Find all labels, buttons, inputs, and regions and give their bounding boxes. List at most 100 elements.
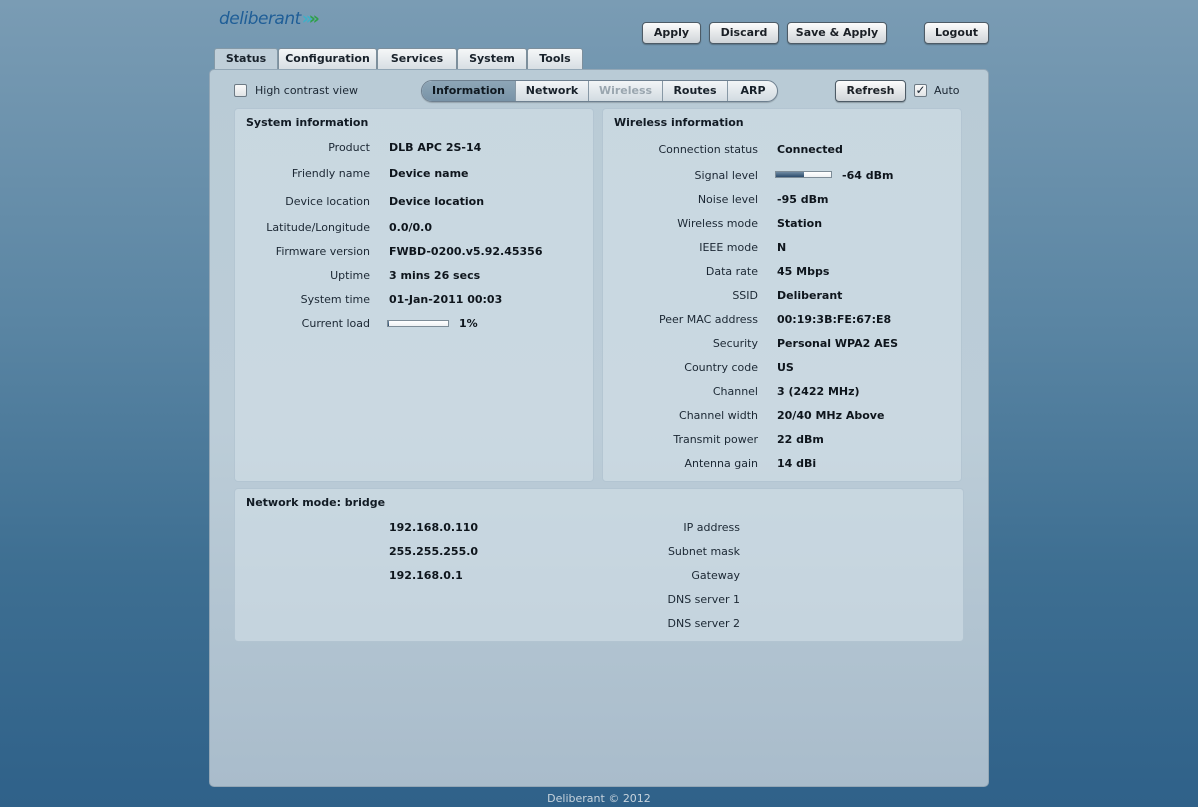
label-ieee-mode: IEEE mode (699, 241, 758, 254)
label-ip-address: IP address (683, 521, 740, 534)
value-signal-level: -64 dBm (842, 169, 894, 182)
logo-chevron-icon: »» (301, 9, 320, 29)
subtab-routes[interactable]: Routes (663, 81, 728, 101)
label-antenna-gain: Antenna gain (684, 457, 758, 470)
info-row-ip-address: IP address 192.168.0.110 (235, 521, 963, 535)
value-current-load: 1% (459, 317, 478, 330)
info-row-wireless-mode: Wireless mode Station (603, 217, 961, 231)
label-latitude-longitude: Latitude/Longitude (266, 221, 370, 234)
tab-services[interactable]: Services (377, 48, 457, 70)
label-firmware-version: Firmware version (275, 245, 370, 258)
label-signal-level: Signal level (694, 169, 758, 182)
wireless-information-title: Wireless information (614, 116, 744, 129)
value-latitude-longitude: 0.0/0.0 (389, 221, 432, 234)
info-row-friendly-name: Friendly name Device name (235, 167, 593, 181)
value-antenna-gain: 14 dBi (777, 457, 817, 470)
label-friendly-name: Friendly name (291, 167, 370, 180)
info-row-signal-level: Signal level -64 dBm (603, 169, 961, 183)
info-row-latitude-longitude: Latitude/Longitude 0.0/0.0 (235, 221, 593, 235)
info-row-channel-width: Channel width 20/40 MHz Above (603, 409, 961, 423)
value-firmware-version: FWBD-0200.v5.92.45356 (389, 245, 543, 258)
value-country-code: US (777, 361, 794, 374)
system-information-title: System information (246, 116, 369, 129)
system-information-panel: System information Product DLB APC 2S-14 F… (234, 108, 594, 482)
discard-button[interactable]: Discard (709, 22, 779, 44)
info-row-antenna-gain: Antenna gain 14 dBi (603, 457, 961, 471)
apply-button[interactable]: Apply (642, 22, 701, 44)
label-system-time: System time (300, 293, 370, 306)
label-connection-status: Connection status (658, 143, 758, 156)
info-row-dns-server-1: DNS server 1 (235, 593, 963, 607)
subtab-arp[interactable]: ARP (728, 81, 777, 101)
auto-label: Auto (934, 84, 960, 97)
info-row-product: Product DLB APC 2S-14 (235, 141, 593, 155)
info-row-firmware-version: Firmware version FWBD-0200.v5.92.45356 (235, 245, 593, 259)
value-uptime: 3 mins 26 secs (389, 269, 481, 282)
current-load-bar (387, 320, 449, 327)
tab-system[interactable]: System (457, 48, 527, 70)
info-row-gateway: Gateway 192.168.0.1 (235, 569, 963, 583)
info-row-device-location: Device location Device location (235, 195, 593, 209)
status-subtabs: Information Network Wireless Routes ARP (421, 80, 778, 102)
info-row-system-time: System time 01-Jan-2011 00:03 (235, 293, 593, 307)
info-row-country-code: Country code US (603, 361, 961, 375)
info-row-current-load: Current load 1% (235, 317, 593, 331)
info-row-noise-level: Noise level -95 dBm (603, 193, 961, 207)
value-ip-address: 192.168.0.110 (389, 521, 479, 534)
logout-button[interactable]: Logout (924, 22, 989, 44)
value-product: DLB APC 2S-14 (389, 141, 482, 154)
refresh-button[interactable]: Refresh (835, 80, 906, 102)
info-row-uptime: Uptime 3 mins 26 secs (235, 269, 593, 283)
label-channel-width: Channel width (679, 409, 758, 422)
subtab-information[interactable]: Information (422, 81, 516, 101)
value-gateway: 192.168.0.1 (389, 569, 463, 582)
subtab-wireless: Wireless (589, 81, 663, 101)
label-device-location: Device location (285, 195, 370, 208)
label-data-rate: Data rate (705, 265, 758, 278)
value-noise-level: -95 dBm (777, 193, 829, 206)
checkmark-icon: ✓ (915, 83, 926, 97)
label-security: Security (712, 337, 758, 350)
label-peer-mac-address: Peer MAC address (658, 313, 758, 326)
value-security: Personal WPA2 AES (777, 337, 899, 350)
network-mode-panel: Network mode: bridge IP address 192.168.0… (234, 488, 964, 642)
info-row-dns-server-2: DNS server 2 (235, 617, 963, 631)
subtab-network[interactable]: Network (516, 81, 589, 101)
tab-tools[interactable]: Tools (527, 48, 583, 70)
label-dns-server-1: DNS server 1 (667, 593, 741, 606)
value-device-location: Device location (389, 195, 485, 208)
value-transmit-power: 22 dBm (777, 433, 824, 446)
logo-text: deliberant (219, 9, 301, 29)
label-wireless-mode: Wireless mode (677, 217, 758, 230)
label-subnet-mask: Subnet mask (667, 545, 740, 558)
save-apply-button[interactable]: Save & Apply (787, 22, 887, 44)
tab-status[interactable]: Status (214, 48, 278, 71)
footer-copyright: Deliberant © 2012 (547, 792, 651, 805)
value-friendly-name: Device name (389, 167, 469, 180)
info-row-subnet-mask: Subnet mask 255.255.255.0 (235, 545, 963, 559)
info-row-ieee-mode: IEEE mode N (603, 241, 961, 255)
label-dns-server-2: DNS server 2 (667, 617, 741, 630)
value-data-rate: 45 Mbps (777, 265, 830, 278)
label-transmit-power: Transmit power (673, 433, 758, 446)
value-channel-width: 20/40 MHz Above (777, 409, 885, 422)
label-country-code: Country code (684, 361, 758, 374)
info-row-connection-status: Connection status Connected (603, 143, 961, 157)
value-connection-status: Connected (777, 143, 843, 156)
value-wireless-mode: Station (777, 217, 823, 230)
value-subnet-mask: 255.255.255.0 (389, 545, 479, 558)
auto-checkbox[interactable]: ✓ (914, 84, 927, 97)
tab-configuration[interactable]: Configuration (278, 48, 377, 70)
signal-level-bar (775, 171, 832, 178)
info-row-peer-mac-address: Peer MAC address 00:19:3B:FE:67:E8 (603, 313, 961, 327)
info-row-security: Security Personal WPA2 AES (603, 337, 961, 351)
label-product: Product (328, 141, 370, 154)
value-ssid: Deliberant (777, 289, 843, 302)
label-uptime: Uptime (330, 269, 370, 282)
label-noise-level: Noise level (697, 193, 758, 206)
high-contrast-checkbox[interactable] (234, 84, 247, 97)
label-ssid: SSID (732, 289, 758, 302)
deliberant-logo: deliberant»» (219, 9, 320, 29)
value-channel: 3 (2422 MHz) (777, 385, 860, 398)
value-ieee-mode: N (777, 241, 787, 254)
